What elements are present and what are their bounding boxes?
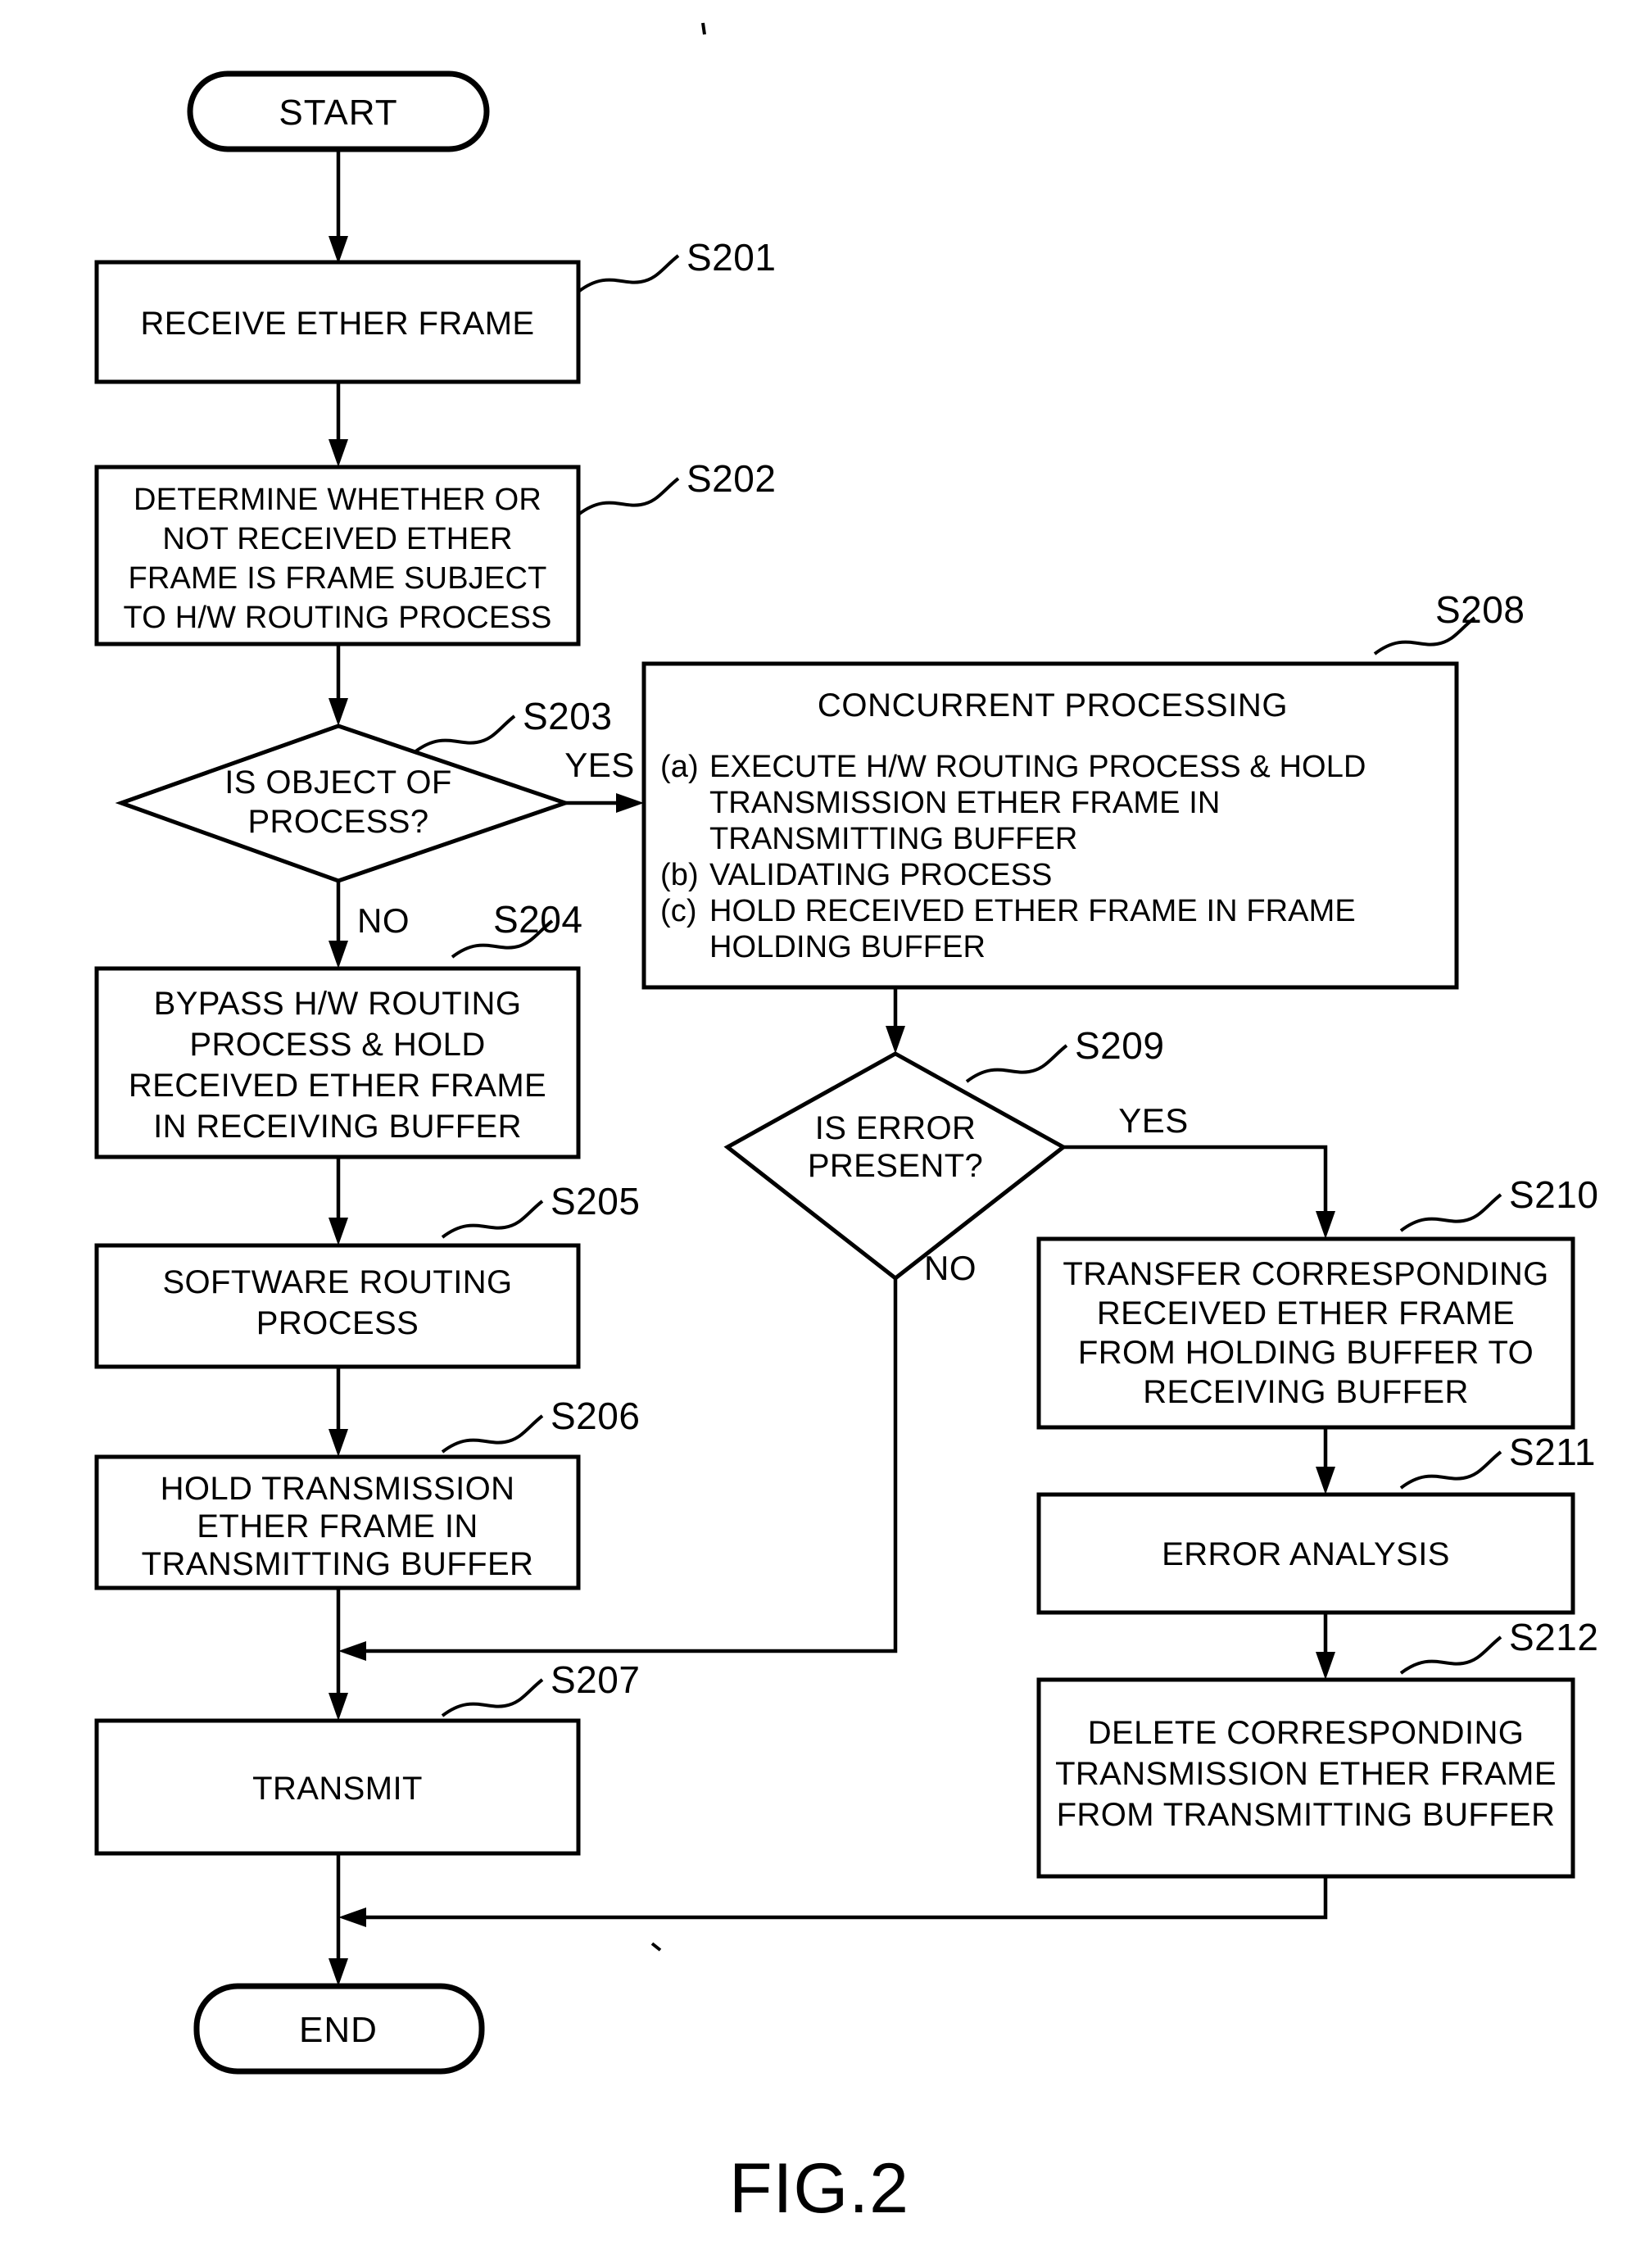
step-ref-s210: S210 — [1399, 1173, 1598, 1232]
branch-label-s203-yes: YES — [564, 746, 635, 784]
node-s206-line-2: ETHER FRAME IN — [197, 1508, 478, 1545]
node-start-label: START — [279, 93, 397, 133]
step-ref-s201-label: S201 — [687, 236, 776, 279]
step-ref-s207-label: S207 — [551, 1658, 640, 1701]
step-ref-s204-label: S204 — [493, 898, 582, 941]
connector-s205-to-s206 — [329, 1367, 348, 1457]
node-s210[interactable]: TRANSFER CORRESPONDING RECEIVED ETHER FR… — [1036, 1236, 1575, 1430]
step-ref-s205: S205 — [441, 1180, 640, 1239]
step-ref-s211: S211 — [1399, 1431, 1596, 1490]
node-s204-line-3: RECEIVED ETHER FRAME — [129, 1068, 546, 1104]
node-s210-line-3: FROM HOLDING BUFFER TO — [1078, 1335, 1534, 1371]
node-s202-line-2: NOT RECEIVED ETHER — [162, 522, 512, 556]
node-end-label: END — [299, 2010, 378, 2050]
node-s206-line-1: HOLD TRANSMISSION — [161, 1471, 515, 1507]
node-s204-line-1: BYPASS H/W ROUTING — [154, 986, 522, 1022]
node-s212-line-1: DELETE CORRESPONDING — [1088, 1715, 1525, 1751]
node-s203-line-2: PROCESS? — [247, 804, 428, 840]
node-s204[interactable]: BYPASS H/W ROUTING PROCESS & HOLD RECEIV… — [94, 966, 581, 1159]
node-s202-line-4: TO H/W ROUTING PROCESS — [123, 601, 551, 635]
step-ref-s203-label: S203 — [523, 695, 612, 737]
connector-s203-no-to-s204 — [329, 881, 348, 968]
step-ref-s206-label: S206 — [551, 1395, 640, 1437]
node-s203-line-1: IS OBJECT OF — [224, 764, 451, 801]
node-s209-line-1: IS ERROR — [815, 1110, 977, 1146]
node-s208-item-a-line-2: TRANSMISSION ETHER FRAME IN — [709, 786, 1220, 820]
branch-label-s209-yes: YES — [1118, 1101, 1189, 1140]
node-s205-line-2: PROCESS — [256, 1305, 419, 1341]
node-s210-line-2: RECEIVED ETHER FRAME — [1097, 1295, 1515, 1331]
connector-s201-to-s202 — [329, 382, 348, 467]
node-s208-item-a-marker: (a) — [660, 750, 699, 784]
step-ref-s204: S204 — [451, 898, 582, 959]
node-end[interactable]: END — [193, 1983, 485, 2075]
node-s202-line-3: FRAME IS FRAME SUBJECT — [128, 561, 546, 596]
step-ref-s203: S203 — [413, 695, 612, 754]
node-s206[interactable]: HOLD TRANSMISSION ETHER FRAME IN TRANSMI… — [94, 1454, 581, 1590]
node-s210-line-4: RECEIVING BUFFER — [1143, 1374, 1469, 1410]
node-s207-line-1: TRANSMIT — [252, 1771, 423, 1807]
node-s211[interactable]: ERROR ANALYSIS — [1036, 1492, 1575, 1615]
node-s206-line-3: TRANSMITTING BUFFER — [142, 1546, 534, 1582]
connector-s206-to-s207 — [329, 1588, 348, 1721]
node-s208[interactable]: CONCURRENT PROCESSING (a) EXECUTE H/W RO… — [641, 661, 1459, 990]
flowchart-svg: START RECEIVE ETHER FRAME DETERMINE WHET… — [94, 22, 1598, 2228]
branch-label-s209-no: NO — [924, 1249, 977, 1287]
node-s203[interactable]: IS OBJECT OF PROCESS? — [115, 723, 572, 883]
node-s212[interactable]: DELETE CORRESPONDING TRANSMISSION ETHER … — [1036, 1677, 1575, 1879]
connector-s207-to-end — [329, 1853, 348, 1986]
node-s204-line-2: PROCESS & HOLD — [189, 1027, 485, 1063]
connector-s211-to-s212 — [1316, 1613, 1335, 1680]
node-s208-item-a-line-1: EXECUTE H/W ROUTING PROCESS & HOLD — [709, 750, 1366, 784]
connector-s210-to-s211 — [1316, 1427, 1335, 1495]
node-s208-item-c-marker: (c) — [660, 894, 697, 928]
node-s209-line-2: PRESENT? — [808, 1148, 983, 1184]
step-ref-s212-label: S212 — [1509, 1616, 1598, 1658]
step-ref-s205-label: S205 — [551, 1180, 640, 1222]
node-s201[interactable]: RECEIVE ETHER FRAME — [94, 260, 581, 384]
step-ref-s202: S202 — [577, 457, 776, 516]
node-s201-line-1: RECEIVE ETHER FRAME — [141, 306, 535, 342]
node-s208-item-b-line-1: VALIDATING PROCESS — [709, 858, 1052, 892]
node-s209[interactable]: IS ERROR PRESENT? — [723, 1051, 1067, 1281]
connector-start-to-s201 — [329, 149, 348, 264]
step-ref-s209-label: S209 — [1075, 1024, 1164, 1067]
step-ref-s209: S209 — [965, 1024, 1164, 1083]
step-ref-s208: S208 — [1373, 588, 1525, 655]
step-ref-s206: S206 — [441, 1395, 640, 1454]
node-s210-line-1: TRANSFER CORRESPONDING — [1063, 1256, 1548, 1292]
connector-s208-to-s209 — [886, 987, 905, 1054]
node-s208-item-b-marker: (b) — [660, 858, 699, 892]
node-s207[interactable]: TRANSMIT — [94, 1718, 581, 1856]
figure-canvas: START RECEIVE ETHER FRAME DETERMINE WHET… — [0, 0, 1645, 2268]
node-s208-title: CONCURRENT PROCESSING — [818, 687, 1288, 723]
node-s211-line-1: ERROR ANALYSIS — [1162, 1536, 1450, 1572]
node-s205[interactable]: SOFTWARE ROUTING PROCESS — [94, 1243, 581, 1369]
step-ref-s211-label: S211 — [1509, 1431, 1596, 1473]
connector-s204-to-s205 — [329, 1157, 348, 1245]
node-start[interactable]: START — [187, 70, 490, 152]
node-s208-item-c-line-1: HOLD RECEIVED ETHER FRAME IN FRAME — [709, 894, 1356, 928]
node-s208-item-a-line-3: TRANSMITTING BUFFER — [709, 822, 1077, 856]
node-s205-line-1: SOFTWARE ROUTING — [162, 1264, 512, 1300]
figure-caption: FIG.2 — [729, 2149, 909, 2228]
node-s208-item-c-line-2: HOLDING BUFFER — [709, 930, 986, 964]
step-ref-s201: S201 — [577, 236, 776, 293]
connector-s212-to-end-trunk — [338, 1876, 1328, 1927]
step-ref-s212: S212 — [1399, 1616, 1598, 1675]
node-s202[interactable]: DETERMINE WHETHER OR NOT RECEIVED ETHER … — [94, 465, 581, 646]
branch-label-s203-no: NO — [357, 901, 410, 940]
step-ref-s208-label: S208 — [1435, 588, 1525, 631]
step-ref-s210-label: S210 — [1509, 1173, 1598, 1216]
step-ref-s207: S207 — [441, 1658, 640, 1717]
connector-s203-yes-to-s208 — [565, 793, 644, 813]
node-s212-line-2: TRANSMISSION ETHER FRAME — [1055, 1756, 1557, 1792]
connector-s202-to-s203 — [329, 644, 348, 726]
node-s202-line-1: DETERMINE WHETHER OR — [134, 483, 542, 517]
node-s212-line-3: FROM TRANSMITTING BUFFER — [1057, 1797, 1556, 1833]
step-ref-s202-label: S202 — [687, 457, 776, 500]
node-s204-line-4: IN RECEIVING BUFFER — [153, 1109, 522, 1145]
connector-s209-yes-to-s210 — [1063, 1145, 1335, 1239]
